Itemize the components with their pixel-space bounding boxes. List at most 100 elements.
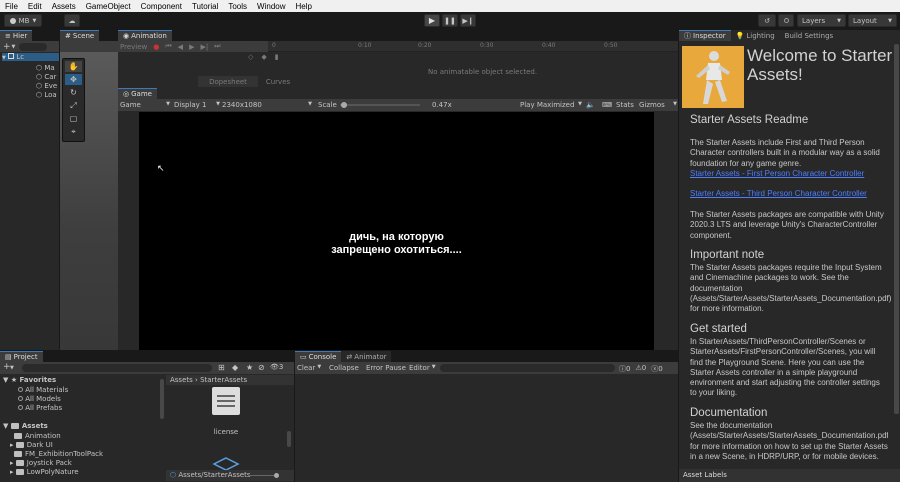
warning-toggle[interactable]: ⚠0 xyxy=(635,364,646,374)
play-button[interactable]: ▶ xyxy=(424,14,440,27)
hidden-packages-icon[interactable]: ⊘ xyxy=(258,363,265,372)
stats-button[interactable]: Stats xyxy=(616,101,634,109)
last-key-icon[interactable]: ⏭ xyxy=(214,42,220,51)
menu-tools[interactable]: Tools xyxy=(223,2,252,11)
tree-scrollbar[interactable] xyxy=(160,379,164,419)
project-search-input[interactable] xyxy=(22,364,212,372)
asset-folder[interactable]: ▸ Joystick Pack xyxy=(10,459,72,467)
menu-edit[interactable]: Edit xyxy=(23,2,47,11)
record-icon[interactable]: ● xyxy=(153,43,159,51)
layout-dropdown[interactable]: Layout ▼ xyxy=(848,14,897,27)
log-toggle[interactable]: ⓘ0 xyxy=(619,364,630,374)
first-person-link[interactable]: Starter Assets - First Person Character … xyxy=(690,169,895,179)
menu-tutorial[interactable]: Tutorial xyxy=(187,2,223,11)
fav-item[interactable]: All Materials xyxy=(18,386,68,394)
asset-folder[interactable]: FM_ExhibitionToolPack xyxy=(14,450,103,458)
console-search-input[interactable] xyxy=(440,364,615,372)
favorite-icon[interactable]: ★ xyxy=(246,363,253,372)
tab-project[interactable]: ▤ Project xyxy=(0,351,43,362)
inspector-scrollbar[interactable] xyxy=(894,44,899,414)
resolution-dropdown[interactable]: 2340x1080 ▼ xyxy=(222,101,312,109)
add-keyframe-icon[interactable]: ◇ xyxy=(248,53,253,61)
menu-component[interactable]: Component xyxy=(136,2,187,11)
third-person-link[interactable]: Starter Assets - Third Person Character … xyxy=(690,189,895,199)
text-file-icon[interactable] xyxy=(212,387,240,415)
tab-inspector[interactable]: ⓘ Inspector xyxy=(679,30,731,41)
hierarchy-search-input[interactable] xyxy=(19,42,48,51)
error-toggle[interactable]: ⓧ0 xyxy=(651,364,662,374)
rotate-tool[interactable]: ↻ xyxy=(65,87,82,98)
curves-tab[interactable]: Curves xyxy=(258,76,298,87)
icon-size-slider[interactable] xyxy=(248,473,279,478)
transform-tool[interactable]: ⌖ xyxy=(65,126,82,137)
icon-size-thumb[interactable] xyxy=(274,473,279,478)
tab-console[interactable]: ▭ Console xyxy=(295,351,342,362)
menu-assets[interactable]: Assets xyxy=(47,2,81,11)
timeline-ruler[interactable]: 0 0:10 0:20 0:30 0:40 0:50 xyxy=(268,41,678,52)
move-tool[interactable]: ✥ xyxy=(65,74,82,85)
asset-folder[interactable]: Animation xyxy=(14,432,61,440)
step-button[interactable]: ▶❙ xyxy=(460,14,476,27)
assets-header[interactable]: ▼ Assets xyxy=(3,422,48,430)
tab-animation[interactable]: ◉ Animation xyxy=(118,30,172,41)
play-mode-dropdown[interactable]: Play Maximized ▼ xyxy=(520,101,582,109)
add-icon[interactable]: + xyxy=(3,42,11,52)
editor-dropdown[interactable]: Editor ▼ xyxy=(409,364,436,372)
menu-window[interactable]: Window xyxy=(252,2,290,11)
tab-lighting[interactable]: 💡 Lighting xyxy=(730,30,780,41)
breadcrumb-current[interactable]: StarterAssets xyxy=(200,376,247,384)
play-anim-icon[interactable]: ▶ xyxy=(189,43,194,51)
first-key-icon[interactable]: ⏮ xyxy=(165,42,171,51)
collapse-toggle[interactable]: Collapse xyxy=(329,364,359,372)
game-view[interactable]: дичь, на которую запрещено охотиться....… xyxy=(139,112,654,350)
mute-audio-icon[interactable]: 🔈 xyxy=(586,101,595,109)
gizmos-dropdown[interactable]: Gizmos ▼ xyxy=(639,101,677,109)
search-by-type-icon[interactable]: ⊞ xyxy=(218,363,225,372)
package-icon[interactable] xyxy=(212,457,240,471)
scale-tool[interactable]: ⤢ xyxy=(65,100,82,111)
files-scrollbar[interactable] xyxy=(287,431,291,447)
tree-item-2[interactable]: ⬡ Eve xyxy=(36,82,57,90)
next-key-icon[interactable]: ▶| xyxy=(200,43,208,51)
clear-dropdown[interactable]: Clear ▼ xyxy=(297,364,321,372)
scale-slider-thumb[interactable] xyxy=(341,102,348,108)
game-mode-dropdown[interactable]: Game ▼ xyxy=(120,101,170,109)
menu-gameobject[interactable]: GameObject xyxy=(81,2,136,11)
fav-item[interactable]: All Models xyxy=(18,395,61,403)
chevron-down-icon[interactable]: ▼ xyxy=(12,44,16,50)
menu-help[interactable]: Help xyxy=(291,2,317,11)
asset-folder[interactable]: ▸ LowPolyNature xyxy=(10,468,79,476)
search-button[interactable] xyxy=(778,14,794,27)
preview-toggle[interactable]: Preview xyxy=(120,43,147,51)
tab-scene[interactable]: # Scene xyxy=(60,30,100,41)
cloud-button[interactable]: ☁ xyxy=(64,14,80,27)
tab-animator[interactable]: ⇄ Animator xyxy=(341,351,392,362)
dopesheet-tab[interactable]: Dopesheet xyxy=(198,76,258,87)
scale-slider[interactable] xyxy=(340,102,420,108)
pause-button[interactable]: ❚❚ xyxy=(442,14,458,27)
asset-folder[interactable]: ▸ Dark UI xyxy=(10,441,53,449)
add-event-icon[interactable]: ◆ xyxy=(261,53,266,61)
prev-key-icon[interactable]: ◀ xyxy=(178,43,183,51)
tree-item-0[interactable]: ⬡ Ma xyxy=(36,64,55,72)
shortcuts-icon[interactable]: ⌨ xyxy=(602,101,612,109)
event-marker-icon[interactable]: ▮ xyxy=(275,53,279,61)
hand-tool[interactable]: ✋ xyxy=(65,61,82,72)
account-button[interactable]: MB ▼ xyxy=(4,14,42,27)
tab-hierarchy[interactable]: ≡ Hier xyxy=(0,30,33,41)
tree-item-3[interactable]: ⬡ Loa xyxy=(36,91,57,99)
error-pause-toggle[interactable]: Error Pause xyxy=(366,364,406,372)
display-dropdown[interactable]: Display 1 ▼ xyxy=(174,101,220,109)
tree-scene-item[interactable]: ▼ Lc xyxy=(2,53,59,61)
breadcrumb-root[interactable]: Assets xyxy=(170,376,193,384)
fav-item[interactable]: All Prefabs xyxy=(18,404,62,412)
menu-file[interactable]: File xyxy=(0,2,23,11)
favorites-header[interactable]: ▼ ★ Favorites xyxy=(3,376,56,384)
tab-build-settings[interactable]: Build Settings xyxy=(779,30,839,41)
layers-dropdown[interactable]: Layers ▼ xyxy=(797,14,846,27)
history-button[interactable]: ↺ xyxy=(758,14,776,27)
rect-tool[interactable]: ▢ xyxy=(65,113,82,124)
label-filter-icon[interactable]: ◆ xyxy=(232,363,238,372)
chevron-down-icon[interactable]: ▼ xyxy=(10,365,14,371)
tab-game[interactable]: ◎ Game xyxy=(118,88,157,99)
